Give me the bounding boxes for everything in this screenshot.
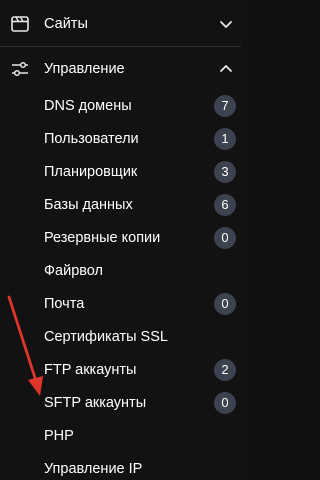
menu-item-label: Резервные копии [44,229,161,246]
menu-item-ftp-accounts[interactable]: FTP аккаунты 2 [0,353,241,386]
count-badge: 3 [214,160,236,183]
menu-item-backups[interactable]: Резервные копии 0 [0,221,241,254]
sliders-icon [12,61,28,77]
count-badge: 7 [214,94,236,117]
chevron-down-icon[interactable] [219,17,233,31]
menu-item-label: Сертификаты SSL [44,328,168,345]
menu-item-label: FTP аккаунты [44,361,137,378]
menu-item-label: Базы данных [44,196,133,213]
menu-item-label: SFTP аккаунты [44,394,147,411]
menu-item-firewall[interactable]: Файрвол [0,254,241,287]
menu-item-label: Планировщик [44,163,138,180]
count-badge: 6 [214,193,236,216]
count-badge: 0 [214,226,236,249]
count-badge: 0 [214,292,236,315]
section-management[interactable]: Управление [0,46,241,92]
menu-item-label: Почта [44,295,85,312]
menu-item-mail[interactable]: Почта 0 [0,287,241,320]
menu-item-label: Файрвол [44,262,103,279]
menu-item-label: DNS домены [44,97,132,114]
count-badge: 2 [214,358,236,381]
menu-item-scheduler[interactable]: Планировщик 3 [0,155,241,188]
menu-item-label: PHP [44,427,74,444]
menu-item-databases[interactable]: Базы данных 6 [0,188,241,221]
menu-item-label: Управление IP [44,460,143,477]
chevron-up-icon[interactable] [219,62,233,76]
section-sites[interactable]: Сайты [0,1,241,47]
browser-window-icon [11,16,29,32]
menu-item-label: Пользователи [44,130,139,147]
section-management-label: Управление [44,61,125,77]
sidebar-nav: Сайты Управление DNS домены 7 Пользовате… [0,0,241,480]
menu-item-ssl-certificates[interactable]: Сертификаты SSL [0,320,241,353]
menu-item-users[interactable]: Пользователи 1 [0,122,241,155]
menu-item-php[interactable]: PHP [0,419,241,452]
count-badge: 0 [214,391,236,414]
menu-item-sftp-accounts[interactable]: SFTP аккаунты 0 [0,386,241,419]
section-sites-label: Сайты [44,16,88,32]
count-badge: 1 [214,127,236,150]
menu-item-dns-domains[interactable]: DNS домены 7 [0,89,241,122]
menu-item-ip-management[interactable]: Управление IP [0,452,241,480]
